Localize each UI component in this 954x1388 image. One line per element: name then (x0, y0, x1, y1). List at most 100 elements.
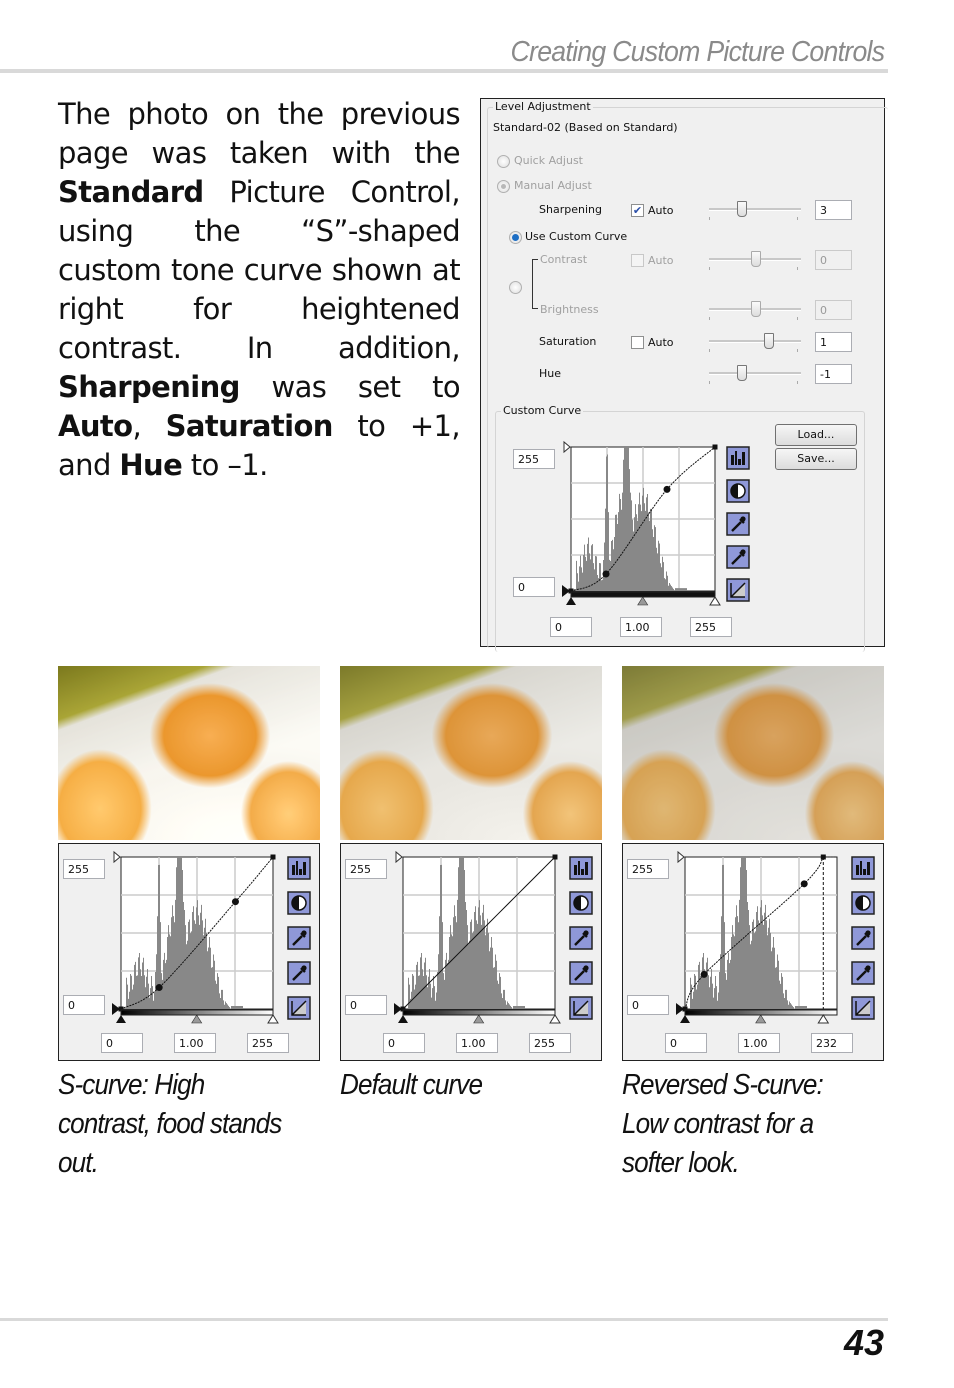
curve-endpoint[interactable] (552, 854, 558, 860)
output-white-marker[interactable] (677, 850, 685, 864)
curve-control-point[interactable] (602, 570, 610, 578)
saturation-auto-checkbox[interactable] (631, 336, 644, 349)
bold-term-sharpening: Sharpening (58, 370, 240, 404)
manual-adjust-label: Manual Adjust (514, 179, 592, 192)
output-white-marker[interactable] (113, 850, 121, 864)
load-button[interactable]: Load... (775, 424, 857, 446)
contrast-icon (730, 483, 746, 499)
white-point-marker[interactable] (817, 1014, 830, 1024)
gamma-field[interactable]: 1.00 (738, 1033, 780, 1053)
contrast-value-field[interactable]: 0 (815, 250, 852, 270)
black-point-marker[interactable] (566, 597, 576, 605)
output-min-field[interactable]: 0 (513, 577, 555, 597)
tone-curve-editor[interactable]: 255 0 0 1.00 255 (509, 439, 759, 639)
brightness-value-field[interactable]: 0 (815, 300, 852, 320)
gamma-field[interactable]: 1.00 (174, 1033, 216, 1053)
curve-endpoint[interactable] (270, 854, 276, 860)
curve-control-point[interactable] (663, 485, 671, 493)
histogram-button[interactable] (851, 856, 875, 880)
histogram-button[interactable] (287, 856, 311, 880)
sharpening-label: Sharpening (539, 203, 602, 216)
output-black-marker[interactable] (112, 1003, 120, 1015)
white-point-marker[interactable] (709, 596, 721, 606)
input-black-field[interactable]: 0 (101, 1033, 143, 1053)
curve-endpoint[interactable] (820, 854, 826, 860)
slider-thumb[interactable] (736, 365, 747, 381)
saturation-slider[interactable] (709, 332, 801, 354)
output-white-marker[interactable] (395, 850, 403, 864)
eyedropper-bulb (740, 549, 746, 555)
curve-control-point[interactable] (231, 898, 239, 906)
input-black-field[interactable]: 0 (665, 1033, 707, 1053)
profile-name: Standard-02 (Based on Standard) (493, 121, 678, 134)
contrast-auto-label: Auto (648, 254, 674, 267)
gamma-marker[interactable] (637, 596, 649, 606)
contrast-slider[interactable] (709, 250, 801, 272)
white-point-marker[interactable] (267, 1014, 279, 1024)
gamma-marker[interactable] (191, 1014, 203, 1024)
curve-endpoint[interactable] (712, 444, 718, 450)
level-adjustment-dialog: Level Adjustment Standard-02 (Based on S… (480, 98, 888, 652)
input-gradient-bar (570, 591, 716, 598)
output-min-field[interactable]: 0 (63, 995, 105, 1015)
quick-adjust-radio[interactable] (497, 155, 510, 168)
running-head: Creating Custom Picture Controls (510, 36, 885, 68)
default-curve-curve-panel: 255 0 0 1.00 255 (340, 843, 602, 1061)
output-min-field[interactable]: 0 (345, 995, 387, 1015)
sharpening-auto-checkbox[interactable]: ✔ (631, 204, 644, 217)
black-point-marker[interactable] (680, 1015, 690, 1023)
gamma-field[interactable]: 1.00 (456, 1033, 498, 1053)
brightness-slider[interactable] (709, 300, 801, 322)
output-black-marker[interactable] (394, 1003, 402, 1015)
input-white-field[interactable]: 255 (690, 617, 732, 637)
save-button[interactable]: Save... (775, 448, 857, 470)
contrast-brightness-radio[interactable] (509, 281, 522, 294)
contrast-icon (855, 895, 871, 911)
gamma-marker[interactable] (473, 1014, 485, 1024)
hue-value-field[interactable]: -1 (815, 364, 852, 384)
output-min-field[interactable]: 0 (627, 995, 669, 1015)
input-white-field[interactable]: 255 (529, 1033, 571, 1053)
output-max-field[interactable]: 255 (63, 859, 105, 879)
curve-control-point[interactable] (800, 880, 808, 888)
output-black-marker[interactable] (562, 585, 570, 597)
output-max-field[interactable]: 255 (513, 449, 555, 469)
contrast-label: Contrast (540, 253, 588, 266)
slider-thumb[interactable] (751, 301, 761, 317)
input-white-field[interactable]: 232 (811, 1033, 853, 1053)
hue-slider[interactable] (709, 364, 801, 386)
black-point-marker[interactable] (116, 1015, 126, 1023)
black-point-marker[interactable] (398, 1015, 408, 1023)
output-white-marker[interactable] (563, 440, 571, 454)
sharpening-auto-label: Auto (648, 204, 674, 217)
slider-thumb[interactable] (763, 333, 774, 349)
sharpening-slider[interactable] (709, 200, 801, 222)
gamma-field[interactable]: 1.00 (620, 617, 662, 637)
contrast-auto-checkbox[interactable] (631, 254, 644, 267)
output-max-field[interactable]: 255 (627, 859, 669, 879)
sharpening-value-field[interactable]: 3 (815, 200, 852, 220)
footer-rule (0, 1318, 888, 1321)
gamma-marker[interactable] (755, 1014, 767, 1024)
curve-control-point[interactable] (700, 970, 708, 978)
slider-thumb[interactable] (736, 201, 747, 217)
page-number: 43 (843, 1322, 884, 1363)
brightness-label: Brightness (540, 303, 599, 316)
slider-thumb[interactable] (751, 251, 761, 267)
saturation-value-field[interactable]: 1 (815, 332, 852, 352)
white-point-marker[interactable] (549, 1014, 561, 1024)
eyedropper-bulb (583, 965, 589, 971)
input-gradient-bar (120, 1009, 274, 1016)
input-white-field[interactable]: 255 (247, 1033, 289, 1053)
histogram-button[interactable] (726, 446, 750, 470)
use-custom-curve-radio[interactable] (509, 231, 522, 244)
input-black-field[interactable]: 0 (550, 617, 592, 637)
custom-curve-title: Custom Curve (501, 404, 584, 417)
curve-editor-svg[interactable] (509, 439, 759, 639)
input-black-field[interactable]: 0 (383, 1033, 425, 1053)
manual-adjust-radio[interactable] (497, 180, 510, 193)
histogram-button[interactable] (569, 856, 593, 880)
output-black-marker[interactable] (676, 1003, 684, 1015)
curve-control-point[interactable] (155, 984, 163, 992)
output-max-field[interactable]: 255 (345, 859, 387, 879)
